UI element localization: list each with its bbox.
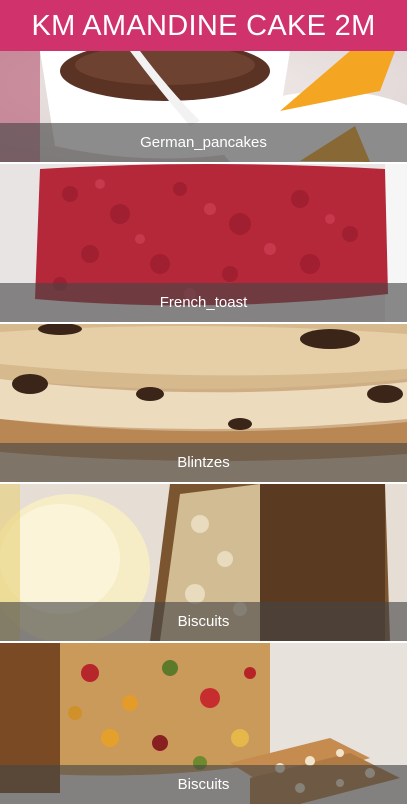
item-caption: Biscuits bbox=[0, 602, 407, 641]
item-label: French_toast bbox=[159, 294, 248, 311]
item-label: German_pancakes bbox=[140, 134, 267, 151]
item-caption: Biscuits bbox=[0, 765, 407, 804]
recipe-item-biscuits[interactable]: Biscuits bbox=[0, 484, 407, 641]
recipe-item-blintzes[interactable]: Blintzes bbox=[0, 324, 407, 482]
item-label: Biscuits bbox=[177, 776, 230, 793]
item-label: Biscuits bbox=[177, 613, 230, 630]
app-title-bar: KM AMANDINE CAKE 2M bbox=[0, 0, 407, 51]
recipe-item-biscuits[interactable]: Biscuits bbox=[0, 643, 407, 804]
item-caption: French_toast bbox=[0, 283, 407, 322]
app-title: KM AMANDINE CAKE 2M bbox=[31, 10, 376, 42]
recipe-item-german-pancakes[interactable]: German_pancakes bbox=[0, 51, 407, 162]
item-label: Blintzes bbox=[177, 454, 230, 471]
item-caption: German_pancakes bbox=[0, 123, 407, 162]
recipe-item-french-toast[interactable]: French_toast bbox=[0, 164, 407, 322]
item-caption: Blintzes bbox=[0, 443, 407, 482]
